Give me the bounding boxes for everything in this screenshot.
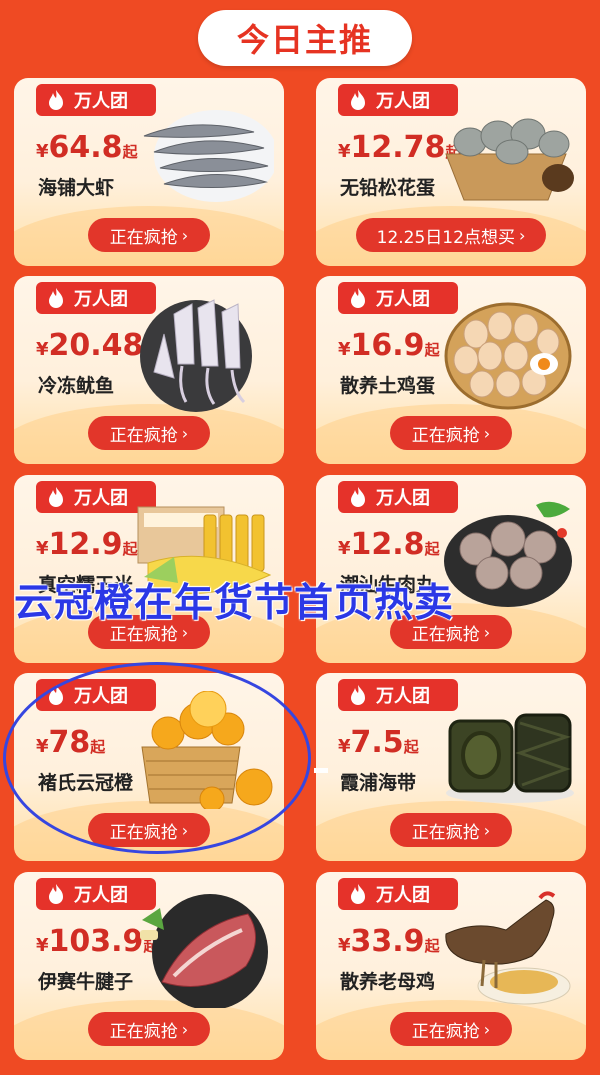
product-name: 无铅松花蛋 [340, 177, 436, 199]
product-name: 冷冻鱿鱼 [38, 375, 115, 397]
chevron-right-icon: › [483, 423, 491, 443]
product-name: 伊赛牛腱子 [38, 971, 134, 993]
price: ¥16.9起 [338, 328, 440, 363]
product-card-shrimp[interactable]: 万人团 ¥64.8起 海铺大虾 正在疯抢 › [14, 78, 284, 266]
price: ¥7.5起 [338, 725, 419, 760]
product-card-kelp[interactable]: 万人团 ¥7.5起 霞浦海带 正在疯抢 › [316, 673, 586, 861]
flame-icon [49, 90, 63, 110]
product-grid: 万人团 ¥64.8起 海铺大虾 正在疯抢› 万人团 ¥12.78起 无铅松花蛋 [0, 0, 600, 1075]
grab-now-button[interactable]: 正在疯抢 › [88, 218, 210, 252]
price: ¥12.8起 [338, 527, 440, 562]
flame-icon [351, 487, 365, 507]
grab-now-button[interactable]: 正在疯抢 › [390, 416, 512, 450]
product-card-beef-ball[interactable]: 万人团 ¥12.8起 潮汕牛肉丸 正在疯抢 › [316, 475, 586, 663]
product-card-beef-shank[interactable]: 万人团 ¥103.9起 伊赛牛腱子 正在疯抢 › [14, 872, 284, 1060]
product-card-squid[interactable]: 万人团 ¥20.48起 冷冻鱿鱼 正在疯抢› [14, 276, 284, 464]
flame-icon [49, 288, 63, 308]
chevron-right-icon: › [181, 423, 189, 443]
flame-icon [49, 487, 63, 507]
product-name: 霞浦海带 [340, 772, 417, 794]
century-egg-image [445, 118, 574, 201]
price: ¥33.9起 [338, 924, 440, 959]
beef-shank-image [140, 894, 268, 1008]
want-to-buy-button[interactable]: 12.25日12点想买 › [356, 218, 546, 252]
flame-icon [351, 685, 365, 705]
squid-image [140, 299, 252, 412]
product-name: 海铺大虾 [38, 177, 115, 199]
hen-image [445, 891, 571, 1005]
price: ¥64.8起 [36, 130, 138, 165]
flame-icon [351, 288, 365, 308]
highlight-circle [3, 662, 311, 854]
marker-dash [314, 768, 328, 773]
product-card-hen[interactable]: 万人团 ¥33.9起 散养老母鸡 正在疯抢 › [316, 872, 586, 1060]
product-name: 散养老母鸡 [340, 971, 436, 993]
chevron-right-icon: › [483, 820, 491, 840]
chevron-right-icon: › [181, 1019, 189, 1039]
flame-icon [351, 884, 365, 904]
shrimp-image [143, 110, 274, 202]
product-card-eggs[interactable]: 万人团 ¥16.9起 散养土鸡蛋 正在疯抢 › [316, 276, 586, 464]
grab-now-button[interactable]: 正在疯抢 › [390, 1012, 512, 1046]
grab-now-button[interactable]: 正在疯抢 › [88, 1012, 210, 1046]
overlay-caption: 云冠橙在年货节首页热卖 [14, 581, 455, 626]
grab-now-button[interactable]: 正在疯抢 › [390, 813, 512, 847]
product-card-century-egg[interactable]: 万人团 ¥12.78起 无铅松花蛋 12.25日12点想买 › [316, 78, 586, 266]
product-card-corn[interactable]: 万人团 ¥12.9起 真空糯玉米 正在疯抢 › [14, 475, 284, 663]
chevron-right-icon: › [518, 225, 526, 245]
kelp-image [446, 713, 574, 803]
chevron-right-icon: › [181, 225, 189, 245]
chevron-right-icon: › [483, 1019, 491, 1039]
eggs-image [444, 302, 572, 410]
flame-icon [49, 884, 63, 904]
product-name: 散养土鸡蛋 [340, 375, 436, 397]
price: ¥12.9起 [36, 527, 138, 562]
flame-icon [351, 90, 365, 110]
grab-now-button[interactable]: 正在疯抢 › [88, 416, 210, 450]
